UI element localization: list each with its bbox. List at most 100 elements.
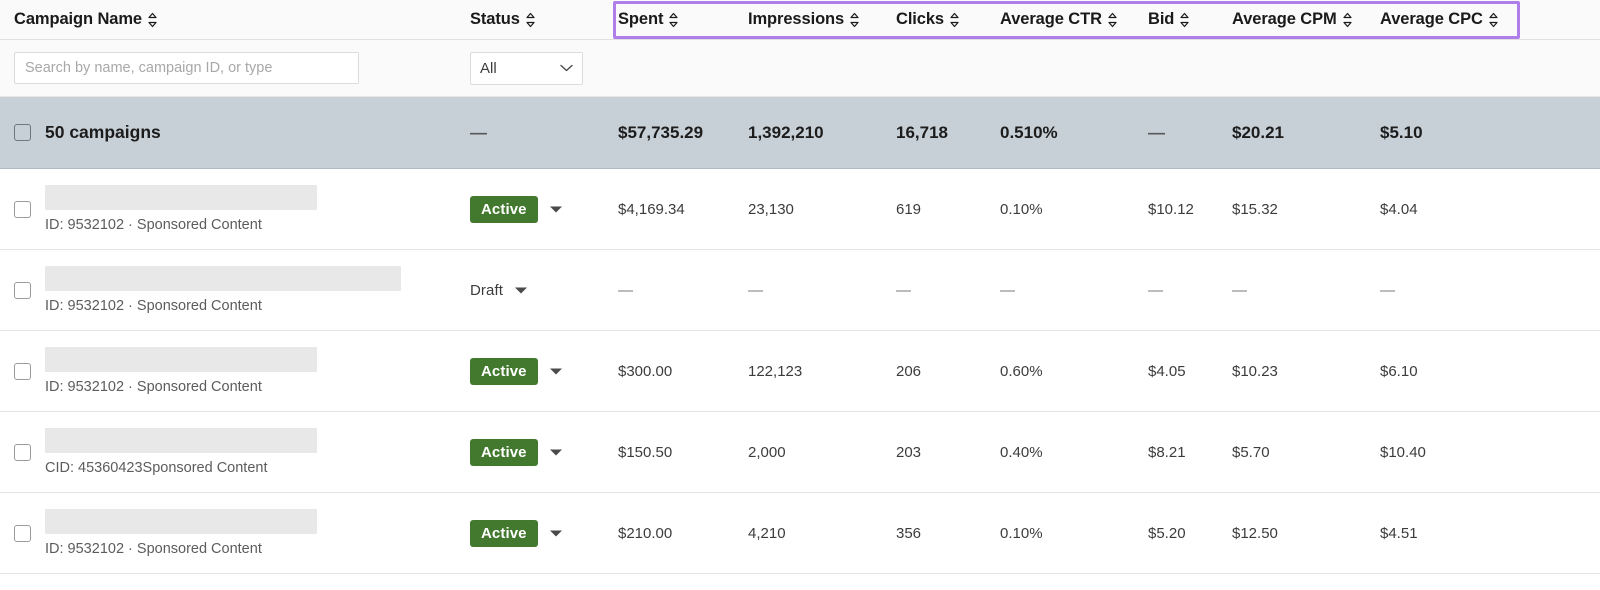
average-ctr-value: 0.60% bbox=[1000, 362, 1043, 380]
status-badge: Active bbox=[470, 357, 538, 385]
campaign-meta-label: ID: 9532102 · Sponsored Content bbox=[45, 379, 262, 395]
summary-status-value: — bbox=[470, 122, 487, 142]
row-select-checkbox[interactable] bbox=[14, 362, 31, 380]
table-row[interactable]: ID: 9532102 · Sponsored Content Active $4,… bbox=[0, 169, 1600, 250]
campaign-name-cell: ID: 9532102 · Sponsored Content bbox=[0, 347, 470, 395]
clicks-cell: 356 bbox=[896, 525, 1000, 542]
column-header-bid[interactable]: Bid bbox=[1148, 0, 1232, 39]
column-header-label: Bid bbox=[1148, 10, 1175, 28]
average-cpm-value: $12.50 bbox=[1232, 524, 1278, 542]
bid-value: $8.21 bbox=[1148, 443, 1186, 461]
sort-toggle-icon[interactable] bbox=[668, 12, 679, 28]
sort-toggle-icon[interactable] bbox=[1342, 12, 1353, 28]
campaign-count-label: 50 campaigns bbox=[45, 122, 161, 142]
impressions-cell: 4,210 bbox=[748, 525, 896, 542]
average-cpm-value: $15.32 bbox=[1232, 200, 1278, 218]
sort-toggle-icon[interactable] bbox=[525, 12, 536, 28]
column-header-clicks[interactable]: Clicks bbox=[896, 0, 1000, 39]
summary-impressions-cell: 1,392,210 bbox=[748, 123, 896, 143]
spent-value: $150.50 bbox=[618, 443, 673, 461]
table-header-row: Campaign Name Status Spent Impressions C… bbox=[0, 0, 1600, 40]
average-cpm-cell: — bbox=[1232, 282, 1380, 299]
sort-toggle-icon[interactable] bbox=[849, 12, 860, 28]
summary-spent-cell: $57,735.29 bbox=[618, 123, 748, 143]
sort-toggle-icon[interactable] bbox=[1179, 12, 1190, 28]
column-header-impressions[interactable]: Impressions bbox=[748, 0, 896, 39]
average-cpc-cell: $4.04 bbox=[1380, 201, 1528, 218]
column-header-label: Average CPM bbox=[1232, 10, 1337, 28]
average-cpc-value: $4.51 bbox=[1380, 524, 1418, 542]
column-header-label: Spent bbox=[618, 10, 664, 28]
column-header-average-cpm[interactable]: Average CPM bbox=[1232, 0, 1380, 39]
impressions-value: — bbox=[748, 281, 763, 299]
select-all-checkbox[interactable] bbox=[14, 124, 31, 141]
column-header-spent[interactable]: Spent bbox=[618, 0, 748, 39]
bid-cell: $5.20 bbox=[1148, 525, 1232, 542]
status-filter-dropdown[interactable]: All bbox=[470, 51, 583, 85]
summary-ctr-value: 0.510% bbox=[1000, 122, 1058, 142]
row-select-checkbox[interactable] bbox=[14, 200, 31, 218]
summary-row: 50 campaigns — $57,735.29 1,392,210 16,7… bbox=[0, 97, 1600, 169]
status-dropdown-caret-icon[interactable] bbox=[549, 205, 563, 214]
column-header-status[interactable]: Status bbox=[470, 0, 618, 39]
status-badge: Draft bbox=[470, 281, 504, 299]
status-dropdown-caret-icon[interactable] bbox=[514, 286, 528, 295]
average-cpc-cell: $6.10 bbox=[1380, 363, 1528, 380]
summary-name-cell: 50 campaigns bbox=[0, 122, 470, 143]
average-ctr-cell: 0.10% bbox=[1000, 525, 1148, 542]
summary-clicks-cell: 16,718 bbox=[896, 123, 1000, 143]
sort-toggle-icon[interactable] bbox=[949, 12, 960, 28]
column-header-average-ctr[interactable]: Average CTR bbox=[1000, 0, 1148, 39]
summary-cpm-cell: $20.21 bbox=[1232, 123, 1380, 143]
bid-cell: $4.05 bbox=[1148, 363, 1232, 380]
average-cpc-cell: — bbox=[1380, 282, 1528, 299]
status-dropdown-caret-icon[interactable] bbox=[549, 529, 563, 538]
campaign-meta-label: ID: 9532102 · Sponsored Content bbox=[45, 541, 262, 557]
impressions-value: 2,000 bbox=[748, 443, 786, 461]
average-cpc-value: $10.40 bbox=[1380, 443, 1426, 461]
summary-impressions-value: 1,392,210 bbox=[748, 122, 824, 142]
column-header-campaign-name[interactable]: Campaign Name bbox=[0, 0, 470, 39]
average-ctr-cell: 0.60% bbox=[1000, 363, 1148, 380]
row-select-checkbox[interactable] bbox=[14, 281, 31, 299]
spent-value: $4,169.34 bbox=[618, 200, 685, 218]
table-row[interactable]: ID: 9532102 · Sponsored Content Active $21… bbox=[0, 493, 1600, 574]
search-input[interactable] bbox=[14, 52, 359, 84]
bid-cell: $8.21 bbox=[1148, 444, 1232, 461]
sort-toggle-icon[interactable] bbox=[1107, 12, 1118, 28]
row-select-checkbox[interactable] bbox=[14, 443, 31, 461]
clicks-value: — bbox=[896, 281, 911, 299]
summary-status-cell: — bbox=[470, 123, 618, 143]
campaign-name-block: CID: 45360423Sponsored Content bbox=[45, 428, 317, 476]
bid-value: $4.05 bbox=[1148, 362, 1186, 380]
table-filter-row: All bbox=[0, 40, 1600, 97]
impressions-value: 4,210 bbox=[748, 524, 786, 542]
average-ctr-cell: — bbox=[1000, 282, 1148, 299]
column-header-average-cpc[interactable]: Average CPC bbox=[1380, 0, 1528, 39]
status-badge: Active bbox=[470, 438, 538, 466]
status-dropdown-caret-icon[interactable] bbox=[549, 448, 563, 457]
impressions-cell: 122,123 bbox=[748, 363, 896, 380]
impressions-cell: 23,130 bbox=[748, 201, 896, 218]
summary-cpm-value: $20.21 bbox=[1232, 122, 1284, 142]
row-select-checkbox[interactable] bbox=[14, 524, 31, 542]
campaign-name-redacted-bar bbox=[45, 347, 317, 372]
column-header-label: Average CTR bbox=[1000, 10, 1102, 28]
column-header-label: Status bbox=[470, 10, 520, 28]
table-row[interactable]: ID: 9532102 · Sponsored Content Draft — — — —… bbox=[0, 250, 1600, 331]
status-dropdown-caret-icon[interactable] bbox=[549, 367, 563, 376]
average-cpm-cell: $10.23 bbox=[1232, 363, 1380, 380]
summary-bid-cell: — bbox=[1148, 123, 1232, 143]
status-cell: Active bbox=[470, 357, 618, 385]
table-row[interactable]: CID: 45360423Sponsored Content Active $150… bbox=[0, 412, 1600, 493]
clicks-value: 203 bbox=[896, 443, 922, 461]
status-cell: Draft bbox=[470, 277, 618, 304]
average-ctr-value: 0.10% bbox=[1000, 524, 1043, 542]
spent-cell: $300.00 bbox=[618, 363, 748, 380]
sort-toggle-icon[interactable] bbox=[147, 12, 158, 28]
campaign-name-redacted-bar bbox=[45, 185, 317, 210]
sort-toggle-icon[interactable] bbox=[1488, 12, 1499, 28]
table-row[interactable]: ID: 9532102 · Sponsored Content Active $30… bbox=[0, 331, 1600, 412]
spent-value: — bbox=[618, 281, 633, 299]
campaign-name-block: ID: 9532102 · Sponsored Content bbox=[45, 185, 317, 233]
